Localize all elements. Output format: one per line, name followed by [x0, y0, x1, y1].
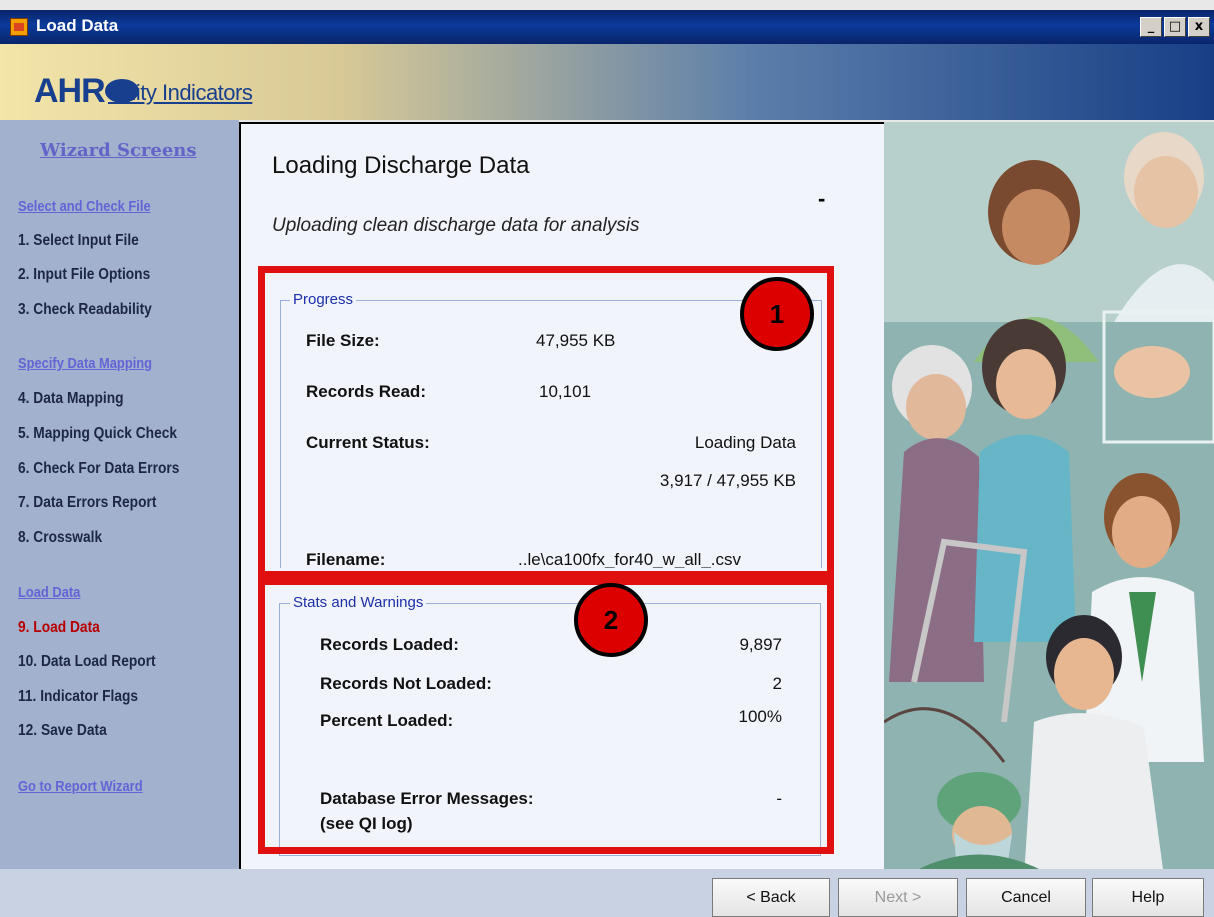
app-icon [10, 18, 28, 36]
page-subtitle: Uploading clean discharge data for analy… [272, 215, 640, 236]
sidebar-title[interactable]: Wizard Screens [40, 140, 197, 161]
sidebar-item-crosswalk[interactable]: 8. Crosswalk [18, 529, 102, 547]
sidebar-item-load-data[interactable]: 9. Load Data [18, 619, 100, 637]
logo-subtitle: uality Indicators [108, 80, 253, 105]
cancel-button[interactable]: Cancel [966, 878, 1086, 917]
sidebar-item-data-load-report[interactable]: 10. Data Load Report [18, 653, 156, 671]
title-bar: Load Data _ □ x [0, 10, 1214, 44]
help-button[interactable]: Help [1092, 878, 1204, 917]
sidebar-item-indicator-flags[interactable]: 11. Indicator Flags [18, 688, 138, 706]
next-button[interactable]: Next > [838, 878, 958, 917]
sidebar-heading-load-data[interactable]: Load Data [18, 584, 80, 601]
maximize-button[interactable]: □ [1164, 17, 1186, 37]
healthcare-illustration [884, 122, 1214, 877]
sidebar-item-input-file-options[interactable]: 2. Input File Options [18, 266, 150, 284]
back-button[interactable]: < Back [712, 878, 830, 917]
sidebar-item-check-data-errors[interactable]: 6. Check For Data Errors [18, 460, 179, 478]
sidebar-item-mapping-quick-check[interactable]: 5. Mapping Quick Check [18, 425, 177, 443]
sidebar-item-save-data[interactable]: 12. Save Data [18, 722, 107, 740]
sidebar-heading-data-mapping[interactable]: Specify Data Mapping [18, 355, 152, 372]
highlight-box-stats [258, 578, 834, 854]
callout-badge-2: 2 [574, 583, 648, 657]
sidebar-heading-select-check[interactable]: Select and Check File [18, 198, 151, 215]
logo-text: AHR [34, 72, 106, 110]
minimize-button[interactable]: _ [1140, 17, 1162, 37]
page-title: Loading Discharge Data [272, 152, 530, 179]
sidebar-item-data-mapping[interactable]: 4. Data Mapping [18, 390, 124, 408]
status-dash: - [818, 186, 826, 211]
report-wizard-link[interactable]: Go to Report Wizard [18, 778, 143, 795]
callout-badge-1: 1 [740, 277, 814, 351]
healthcare-illustration-art [884, 122, 1214, 877]
window-title: Load Data [36, 16, 119, 35]
sidebar-item-select-input-file[interactable]: 1. Select Input File [18, 232, 139, 250]
close-button[interactable]: x [1188, 17, 1210, 37]
sidebar-item-check-readability[interactable]: 3. Check Readability [18, 301, 152, 319]
sidebar-item-data-errors-report[interactable]: 7. Data Errors Report [18, 494, 156, 512]
